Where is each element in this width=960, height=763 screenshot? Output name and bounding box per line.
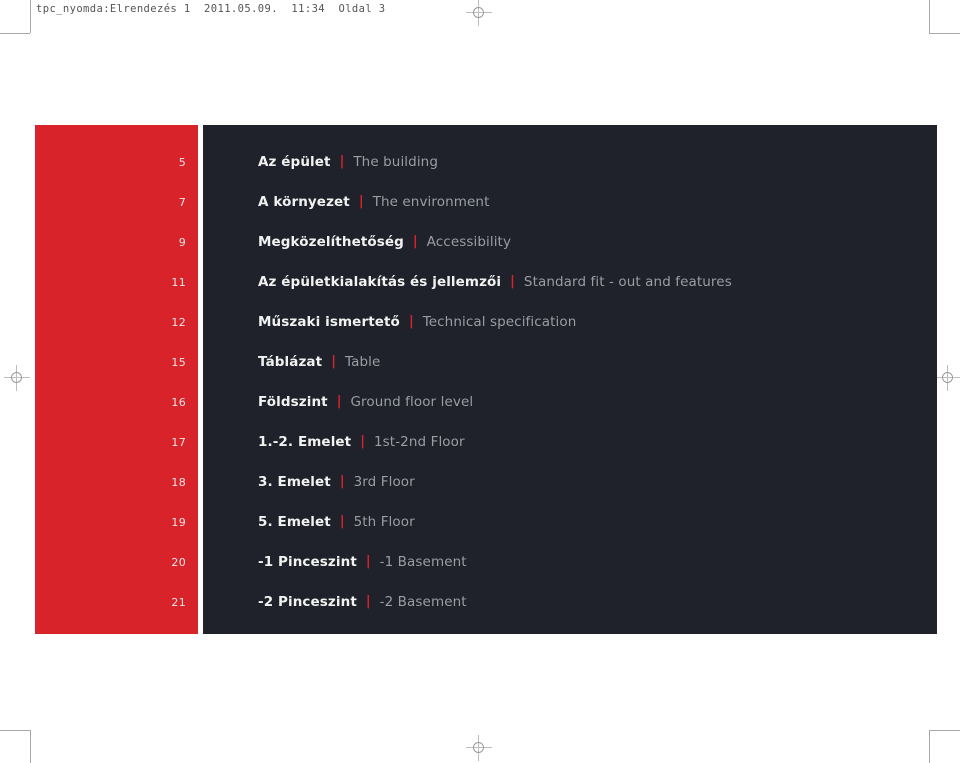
toc-entry-separator-icon: |	[412, 234, 418, 249]
toc-entry-title-hu: Műszaki ismertető	[258, 314, 400, 330]
toc-entry-title-en: -2 Basement	[379, 594, 467, 610]
table-of-contents-panel: 5 Az épület | The building 7 A környezet | The …	[35, 125, 937, 634]
toc-entry-page-number: 20	[171, 555, 186, 569]
toc-entry[interactable]: 12 Műszaki ismertető | Technical specificat…	[35, 302, 937, 342]
toc-entry-labels: Az épületkialakítás és jellemzői | Standar…	[198, 274, 937, 290]
toc-entry-title-hu: 3. Emelet	[258, 474, 331, 490]
toc-entry[interactable]: 15 Táblázat | Table	[35, 342, 937, 382]
prepress-slug-text: tpc_nyomda:Elrendezés 1 2011.05.09. 11:3…	[36, 3, 386, 15]
toc-entry-page-number: 7	[178, 195, 186, 209]
toc-entry-separator-icon: |	[365, 594, 371, 609]
toc-entry-title-en: -1 Basement	[379, 554, 467, 570]
toc-entry-labels: 1.-2. Emelet | 1st-2nd Floor	[198, 434, 937, 450]
toc-entry-separator-icon: |	[336, 394, 342, 409]
toc-entry-page-number: 15	[171, 355, 186, 369]
toc-entry-labels: 3. Emelet | 3rd Floor	[198, 474, 937, 490]
toc-entry-separator-icon: |	[339, 474, 345, 489]
toc-entry-separator-icon: |	[339, 514, 345, 529]
trim-mark-bottom-right-vertical	[929, 730, 930, 763]
toc-entry-title-hu: -2 Pinceszint	[258, 594, 357, 610]
toc-entry-separator-icon: |	[339, 154, 345, 169]
toc-entry-title-en: Ground floor level	[350, 394, 474, 410]
toc-entry-title-hu: -1 Pinceszint	[258, 554, 357, 570]
toc-entry[interactable]: 19 5. Emelet | 5th Floor	[35, 502, 937, 542]
toc-entry-title-en: 3rd Floor	[353, 474, 415, 490]
toc-entry-labels: Földszint | Ground floor level	[198, 394, 937, 410]
toc-entry-title-en: Table	[344, 354, 381, 370]
trim-mark-top-right-horizontal	[929, 33, 960, 34]
toc-entry-title-en: 1st-2nd Floor	[373, 434, 465, 450]
trim-mark-top-right-vertical	[929, 0, 930, 33]
toc-entry[interactable]: 5 Az épület | The building	[35, 142, 937, 182]
toc-entry-labels: Műszaki ismertető | Technical specificatio…	[198, 314, 937, 330]
toc-entry-labels: -2 Pinceszint | -2 Basement	[198, 594, 937, 610]
toc-entry-page-number: 16	[171, 395, 186, 409]
toc-entry-separator-icon: |	[510, 274, 515, 289]
toc-entry-separator-icon: |	[358, 194, 364, 209]
toc-entry-page-number: 21	[171, 595, 186, 609]
toc-entry-separator-icon: |	[408, 314, 414, 329]
toc-entry[interactable]: 18 3. Emelet | 3rd Floor	[35, 462, 937, 502]
toc-entry[interactable]: 21 -2 Pinceszint | -2 Basement	[35, 582, 937, 622]
trim-mark-bottom-left-horizontal	[0, 730, 30, 731]
registration-mark-bottom	[466, 735, 492, 761]
toc-entry-title-hu: Az épület	[258, 154, 331, 170]
toc-entry[interactable]: 9 Megközelíthetőség | Accessibility	[35, 222, 937, 262]
toc-entry-page-number: 11	[171, 275, 186, 289]
registration-mark-top	[466, 0, 492, 26]
toc-entry-title-hu: Az épületkialakítás és jellemzői	[258, 274, 502, 290]
toc-entry-title-en: 5th Floor	[353, 514, 415, 530]
toc-entry-labels: -1 Pinceszint | -1 Basement	[198, 554, 937, 570]
toc-entry-title-hu: Táblázat	[258, 354, 323, 370]
toc-entry-labels: Az épület | The building	[198, 154, 937, 170]
toc-entry-page-number: 19	[171, 515, 186, 529]
toc-entry[interactable]: 20 -1 Pinceszint | -1 Basement	[35, 542, 937, 582]
toc-entry-separator-icon: |	[331, 354, 336, 369]
toc-entry[interactable]: 11 Az épületkialakítás és jellemzői | Stand…	[35, 262, 937, 302]
trim-mark-top-left-vertical	[30, 0, 31, 33]
toc-entry[interactable]: 7 A környezet | The environment	[35, 182, 937, 222]
toc-entry-title-en: Accessibility	[426, 234, 512, 250]
page-canvas: tpc_nyomda:Elrendezés 1 2011.05.09. 11:3…	[0, 0, 960, 763]
toc-entry-title-en: The building	[353, 154, 438, 170]
toc-entry-title-en: The environment	[372, 194, 490, 210]
toc-entry-title-hu: 1.-2. Emelet	[258, 434, 352, 450]
toc-entry-title-hu: Megközelíthetőség	[258, 234, 404, 250]
toc-entry-title-en: Technical specification	[422, 314, 577, 330]
toc-entry-separator-icon: |	[360, 434, 365, 449]
toc-entry-labels: Megközelíthetőség | Accessibility	[198, 234, 937, 250]
toc-entry-title-hu: 5. Emelet	[258, 514, 331, 530]
toc-entry-labels: 5. Emelet | 5th Floor	[198, 514, 937, 530]
toc-entry-labels: Táblázat | Table	[198, 354, 937, 370]
table-of-contents-list: 5 Az épület | The building 7 A környezet | The …	[35, 125, 937, 634]
toc-entry-page-number: 12	[171, 315, 186, 329]
toc-entry-page-number: 9	[178, 235, 186, 249]
registration-mark-left	[4, 365, 30, 391]
trim-mark-bottom-right-horizontal	[929, 730, 960, 731]
toc-entry-title-hu: Földszint	[258, 394, 328, 410]
trim-mark-bottom-left-vertical	[30, 730, 31, 763]
toc-entry-labels: A környezet | The environment	[198, 194, 937, 210]
toc-entry-page-number: 18	[171, 475, 186, 489]
registration-mark-right	[935, 365, 960, 391]
toc-entry[interactable]: 17 1.-2. Emelet | 1st-2nd Floor	[35, 422, 937, 462]
toc-entry-title-en: Standard fit - out and features	[523, 274, 732, 290]
toc-entry-separator-icon: |	[365, 554, 371, 569]
toc-entry-title-hu: A környezet	[258, 194, 350, 210]
toc-entry[interactable]: 16 Földszint | Ground floor level	[35, 382, 937, 422]
toc-entry-page-number: 17	[171, 435, 186, 449]
toc-entry-page-number: 5	[178, 155, 186, 169]
trim-mark-top-left-horizontal	[0, 33, 30, 34]
